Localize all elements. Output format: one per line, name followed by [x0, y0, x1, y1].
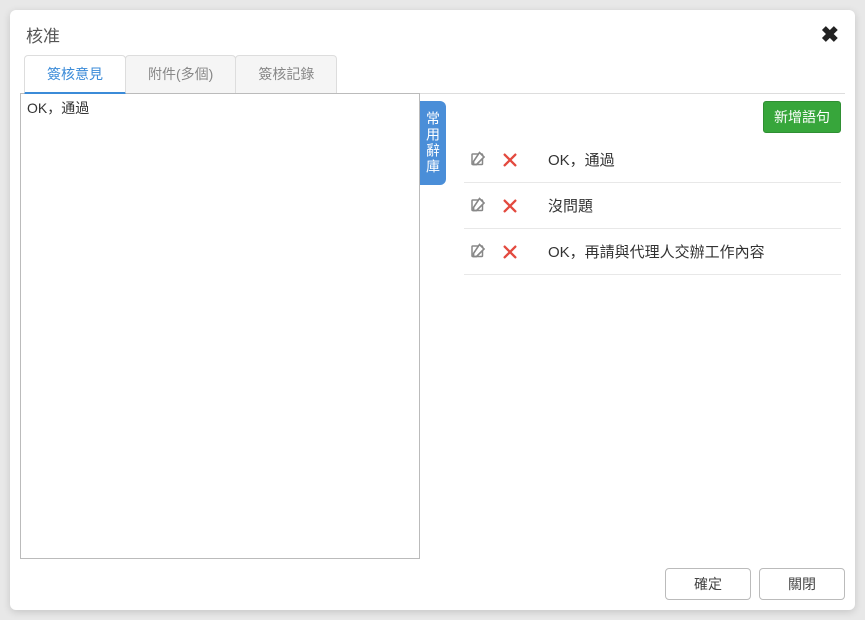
edit-icon[interactable]: [468, 242, 488, 262]
edit-icon[interactable]: [468, 150, 488, 170]
comment-textarea-wrap: [20, 93, 420, 559]
phrase-item: OK，通過: [464, 137, 841, 183]
phrase-text[interactable]: OK，再請與代理人交辦工作內容: [548, 241, 765, 262]
dialog-header: 核准 ✖: [10, 10, 855, 55]
phrase-panel: 新增語句 OK，通過: [446, 93, 845, 559]
delete-icon[interactable]: [500, 242, 520, 262]
delete-icon[interactable]: [500, 150, 520, 170]
phrase-text[interactable]: 沒問題: [548, 195, 593, 216]
comment-textarea[interactable]: [21, 94, 419, 558]
dialog-body: 簽核意見 附件(多個) 簽核記錄 常用辭庫 新增語句: [10, 55, 855, 560]
close-icon[interactable]: ✖: [821, 24, 839, 46]
content-row: 常用辭庫 新增語句 OK，通過: [20, 93, 845, 559]
tab-approval-comment[interactable]: 簽核意見: [24, 55, 126, 94]
ok-button[interactable]: 確定: [665, 568, 751, 600]
edit-icon[interactable]: [468, 196, 488, 216]
add-phrase-button[interactable]: 新增語句: [763, 101, 841, 133]
phrase-item: 沒問題: [464, 183, 841, 229]
tab-attachments[interactable]: 附件(多個): [125, 55, 236, 93]
phrase-side-tab: 常用辭庫: [420, 93, 446, 559]
tab-bar: 簽核意見 附件(多個) 簽核記錄: [24, 55, 845, 94]
dialog-footer: 確定 關閉: [10, 560, 855, 610]
tab-approval-log[interactable]: 簽核記錄: [235, 55, 337, 93]
delete-icon[interactable]: [500, 196, 520, 216]
phrase-side-label[interactable]: 常用辭庫: [420, 101, 446, 185]
add-row: 新增語句: [464, 101, 841, 133]
close-button[interactable]: 關閉: [759, 568, 845, 600]
phrase-text[interactable]: OK，通過: [548, 149, 615, 170]
phrase-item: OK，再請與代理人交辦工作內容: [464, 229, 841, 275]
approval-dialog: 核准 ✖ 簽核意見 附件(多個) 簽核記錄 常用辭庫 新增語句: [10, 10, 855, 610]
dialog-title: 核准: [26, 22, 60, 47]
